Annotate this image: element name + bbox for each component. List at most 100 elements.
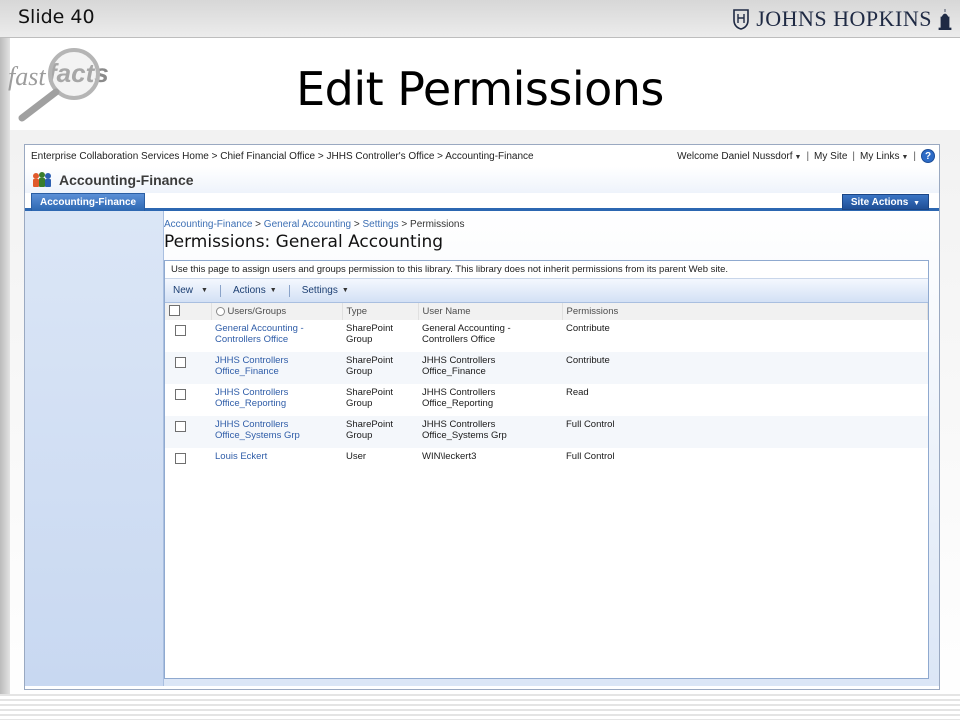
user-group-line1[interactable]: Louis Eckert bbox=[215, 451, 267, 462]
welcome-text[interactable]: Welcome Daniel Nussdorf bbox=[677, 151, 792, 162]
type-line1: User bbox=[346, 451, 367, 462]
caret-down-icon[interactable]: ▼ bbox=[901, 154, 908, 161]
user-name-line2: Office_Reporting bbox=[422, 398, 494, 409]
row-checkbox-cell bbox=[165, 416, 211, 448]
select-all-checkbox[interactable] bbox=[169, 304, 180, 316]
user-group-line2[interactable]: Controllers Office bbox=[215, 334, 288, 345]
user-name-line1: JHHS Controllers bbox=[422, 355, 496, 366]
users-groups-header-label[interactable]: Users/Groups bbox=[228, 306, 287, 317]
user-name-line1: General Accounting - bbox=[422, 323, 511, 334]
site-actions-label[interactable]: Site Actions bbox=[851, 197, 908, 208]
type-header[interactable]: Type bbox=[342, 303, 419, 320]
user-group-line2[interactable]: Office_Systems Grp bbox=[215, 430, 300, 441]
table-row: JHHS Controllers Office_Finance SharePoin… bbox=[165, 352, 928, 384]
new-label[interactable]: New bbox=[173, 285, 193, 296]
type-line2: Group bbox=[346, 366, 373, 377]
users-groups-header[interactable]: Users/Groups bbox=[211, 303, 343, 320]
row-checkbox[interactable] bbox=[175, 389, 186, 400]
user-group-link[interactable]: JHHS Controllers Office_Finance bbox=[215, 355, 288, 377]
type-line2: Group bbox=[346, 430, 373, 441]
table-row: JHHS Controllers Office_Systems Grp Share… bbox=[165, 416, 928, 448]
permissions-table: Users/Groups Type User Name Permissions … bbox=[165, 303, 928, 470]
user-name-cell: WIN\leckert3 bbox=[418, 448, 562, 470]
user-name-line1: WIN\leckert3 bbox=[422, 451, 477, 462]
page-description: Use this page to assign users and groups… bbox=[165, 261, 928, 279]
user-name-cell: JHHS Controllers Office_Systems Grp bbox=[418, 416, 562, 448]
crumb-general-accounting[interactable]: General Accounting bbox=[264, 219, 351, 230]
user-group-line1[interactable]: General Accounting - bbox=[215, 323, 304, 334]
user-group-line1[interactable]: JHHS Controllers bbox=[215, 419, 288, 430]
settings-label[interactable]: Settings bbox=[302, 285, 338, 296]
user-group-link[interactable]: Louis Eckert bbox=[215, 451, 267, 462]
global-breadcrumb[interactable]: Enterprise Collaboration Services Home >… bbox=[31, 151, 534, 162]
global-breadcrumb-text[interactable]: Enterprise Collaboration Services Home >… bbox=[31, 151, 534, 162]
caret-down-icon[interactable]: ▼ bbox=[270, 287, 277, 294]
permission-cell: Full Control bbox=[566, 419, 615, 430]
type-line1: SharePoint bbox=[346, 387, 394, 398]
caret-down-icon[interactable]: ▼ bbox=[913, 200, 920, 207]
row-checkbox[interactable] bbox=[175, 453, 186, 464]
user-name-cell: JHHS Controllers Office_Finance bbox=[418, 352, 562, 384]
slide-top-bar: Slide 40 JOHNS HOPKINS bbox=[0, 0, 960, 38]
type-cell: SharePoint Group bbox=[342, 384, 418, 416]
user-name-line2: Office_Finance bbox=[422, 366, 486, 377]
row-checkbox-cell bbox=[165, 320, 211, 352]
crumb-arrow: > bbox=[255, 219, 262, 230]
new-menu[interactable]: New ▼ bbox=[171, 285, 216, 296]
help-icon[interactable]: ? bbox=[921, 149, 935, 163]
actions-label[interactable]: Actions bbox=[233, 285, 266, 296]
page-title: Permissions: General Accounting bbox=[164, 232, 444, 252]
my-site-link[interactable]: My Site bbox=[814, 151, 847, 162]
type-line1: SharePoint bbox=[346, 419, 394, 430]
row-checkbox-cell bbox=[165, 352, 211, 384]
table-row: Louis Eckert User WIN\leckert3 Full Cont… bbox=[165, 448, 928, 470]
type-line2: Group bbox=[346, 398, 373, 409]
row-checkbox[interactable] bbox=[175, 421, 186, 432]
crumb-settings[interactable]: Settings bbox=[362, 219, 398, 230]
crumb-permissions: Permissions bbox=[410, 219, 465, 230]
toolbar-separator bbox=[288, 284, 290, 297]
permissions-header[interactable]: Permissions bbox=[562, 303, 928, 320]
user-group-link[interactable]: JHHS Controllers Office_Systems Grp bbox=[215, 419, 300, 441]
caret-down-icon[interactable]: ▼ bbox=[342, 287, 349, 294]
page-breadcrumb: Accounting-Finance > General Accounting … bbox=[164, 219, 929, 230]
global-links: Welcome Daniel Nussdorf ▼ | My Site | My … bbox=[677, 149, 935, 163]
user-group-link[interactable]: General Accounting - Controllers Office bbox=[215, 323, 304, 345]
row-checkbox[interactable] bbox=[175, 325, 186, 336]
my-links-menu[interactable]: My Links ▼ bbox=[860, 151, 908, 162]
caret-down-icon[interactable]: ▼ bbox=[201, 287, 208, 294]
separator: | bbox=[806, 150, 810, 162]
caret-down-icon[interactable]: ▼ bbox=[795, 154, 802, 161]
crumb-accounting-finance[interactable]: Accounting-Finance bbox=[164, 219, 252, 230]
type-line1: SharePoint bbox=[346, 323, 394, 334]
tab-accounting-finance[interactable]: Accounting-Finance bbox=[31, 193, 146, 211]
user-group-cell: Louis Eckert bbox=[211, 448, 342, 470]
separator: | bbox=[913, 150, 916, 162]
row-checkbox[interactable] bbox=[175, 357, 186, 368]
user-name-line1: JHHS Controllers bbox=[422, 387, 496, 398]
user-group-cell: General Accounting - Controllers Office bbox=[211, 320, 342, 352]
site-title-bar: Accounting-Finance bbox=[25, 167, 939, 193]
toolbar-separator bbox=[219, 284, 221, 297]
user-group-line2[interactable]: Office_Reporting bbox=[215, 398, 286, 409]
type-line2: Group bbox=[346, 334, 373, 345]
body-area: Accounting-Finance > General Accounting … bbox=[25, 211, 939, 686]
main-content: Accounting-Finance > General Accounting … bbox=[164, 211, 939, 686]
user-group-line2[interactable]: Office_Finance bbox=[215, 366, 279, 377]
type-cell: SharePoint Group bbox=[342, 352, 418, 384]
user-name-header[interactable]: User Name bbox=[418, 303, 563, 320]
user-group-line1[interactable]: JHHS Controllers bbox=[215, 387, 288, 398]
site-actions-menu[interactable]: Site Actions ▼ bbox=[841, 194, 929, 210]
settings-menu[interactable]: Settings ▼ bbox=[294, 285, 357, 296]
johns-hopkins-logo: JOHNS HOPKINS bbox=[732, 5, 952, 33]
user-group-line1[interactable]: JHHS Controllers bbox=[215, 355, 288, 366]
my-links-text[interactable]: My Links bbox=[860, 151, 899, 162]
user-group-link[interactable]: JHHS Controllers Office_Reporting bbox=[215, 387, 288, 409]
actions-menu[interactable]: Actions ▼ bbox=[225, 285, 285, 296]
site-title[interactable]: Accounting-Finance bbox=[59, 172, 194, 188]
welcome-menu[interactable]: Welcome Daniel Nussdorf ▼ bbox=[677, 151, 801, 162]
row-checkbox-cell bbox=[165, 448, 211, 470]
logo-text: JOHNS HOPKINS bbox=[756, 6, 932, 31]
type-cell: SharePoint Group bbox=[342, 416, 418, 448]
slide-title: Edit Permissions bbox=[296, 62, 664, 116]
